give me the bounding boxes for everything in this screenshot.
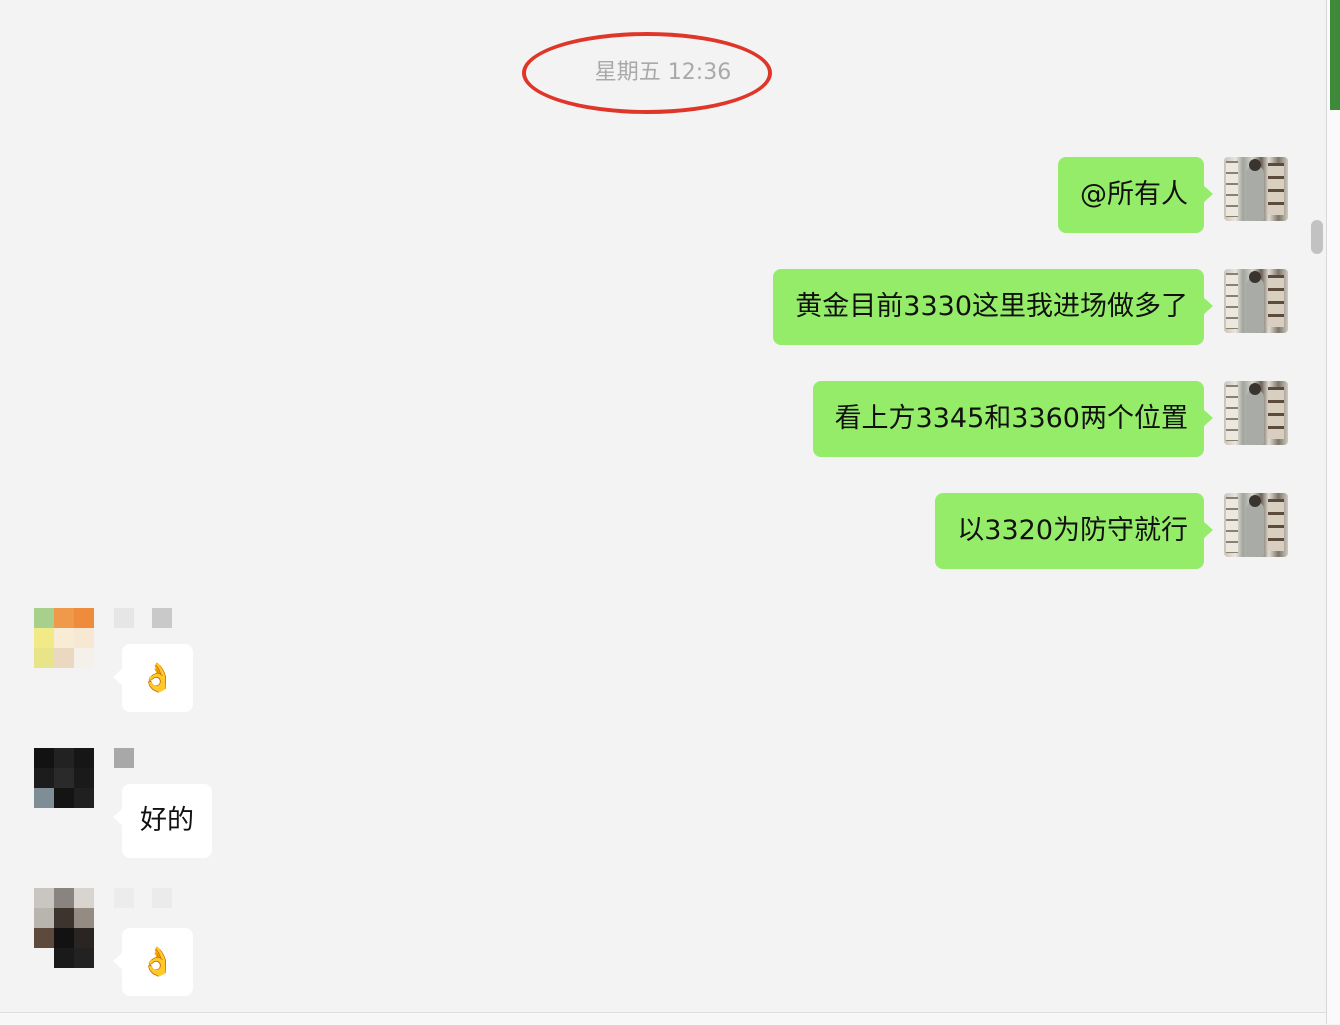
message-bubble-sent[interactable]: 黄金目前3330这里我进场做多了 [773, 269, 1213, 345]
avatar[interactable] [34, 608, 94, 668]
message-row-sent: 黄金目前3330这里我进场做多了 [0, 269, 1326, 347]
message-row-received: 好的 [0, 748, 400, 860]
avatar[interactable] [1224, 157, 1288, 221]
sender-name-blurred [114, 888, 172, 908]
sender-name-blurred [114, 608, 172, 628]
input-area-edge [0, 1012, 1326, 1025]
scrollbar-thumb[interactable] [1311, 220, 1323, 254]
message-bubble-received[interactable]: 👌 [113, 644, 193, 712]
message-bubble-received[interactable]: 好的 [113, 784, 212, 858]
message-row-sent: 看上方3345和3360两个位置 [0, 381, 1326, 459]
avatar[interactable] [34, 888, 94, 968]
side-panel-image-edge [1330, 0, 1340, 110]
message-row-received: 👌 [0, 608, 400, 718]
highlight-circle-annotation [522, 32, 772, 114]
avatar[interactable] [1224, 381, 1288, 445]
message-bubble-sent[interactable]: 以3320为防守就行 [935, 493, 1213, 569]
message-bubble-received[interactable]: 👌 [113, 928, 193, 996]
sender-name-blurred [114, 748, 134, 768]
avatar[interactable] [1224, 493, 1288, 557]
message-bubble-sent[interactable]: 看上方3345和3360两个位置 [812, 381, 1214, 457]
message-row-sent: @所有人 [0, 157, 1326, 235]
message-row-sent: 以3320为防守就行 [0, 493, 1326, 571]
avatar[interactable] [34, 748, 94, 808]
side-panel-edge [1326, 0, 1340, 1024]
avatar[interactable] [1224, 269, 1288, 333]
ok-hand-emoji: 👌 [140, 661, 175, 694]
chat-panel: 星期五 12:36 @所有人 黄金目前3330这里我进场做多了 看上方3345和… [0, 0, 1326, 1012]
ok-hand-emoji: 👌 [140, 945, 175, 978]
message-row-received: 👌 [0, 888, 400, 1002]
message-bubble-sent[interactable]: @所有人 [1058, 157, 1213, 233]
